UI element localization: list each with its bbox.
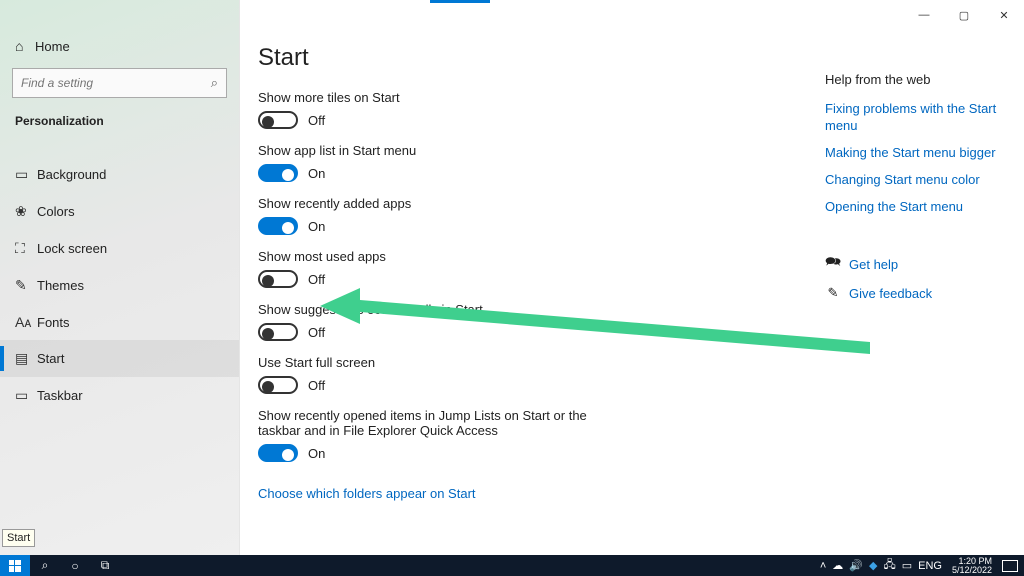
setting-jump-lists: Show recently opened items in Jump Lists… (258, 408, 814, 462)
setting-label: Show most used apps (258, 249, 618, 264)
start-button[interactable] (0, 555, 30, 576)
help-link[interactable]: Making the Start menu bigger (825, 145, 1010, 162)
tray-battery-icon[interactable]: ▭ (902, 559, 912, 572)
toggle-suggestions[interactable] (258, 323, 298, 341)
sidebar-item-label: Taskbar (37, 388, 83, 403)
sidebar-item-label: Background (37, 167, 106, 182)
toggle-state: On (308, 219, 325, 234)
main-content: Start Show more tiles on Start Off Show … (258, 30, 814, 555)
taskbar-search-button[interactable]: ⌕ (30, 555, 60, 576)
minimize-button[interactable]: — (904, 0, 944, 30)
setting-suggestions: Show suggestions occasionally in Start O… (258, 302, 814, 341)
toggle-state: Off (308, 378, 325, 393)
taskbar-taskview-button[interactable]: ⧉ (90, 555, 120, 576)
get-help-link[interactable]: 🗪 Get help (825, 253, 1010, 275)
toggle-jump-lists[interactable] (258, 444, 298, 462)
search-icon: ⌕ (211, 75, 218, 91)
sidebar: ⌂ Home ⌕ Personalization ▭ Background ❀ … (0, 0, 240, 555)
sidebar-item-taskbar[interactable]: ▭ Taskbar (0, 377, 239, 414)
sidebar-item-background[interactable]: ▭ Background (0, 156, 239, 193)
toggle-more-tiles[interactable] (258, 111, 298, 129)
sidebar-item-fonts[interactable]: Aᴀ Fonts (0, 304, 239, 340)
sidebar-item-lock-screen[interactable]: ⛶ Lock screen (0, 230, 239, 267)
setting-label: Use Start full screen (258, 355, 618, 370)
taskbar: ⌕ ○ ⧉ ˄ ☁ 🔊 ◆ 🖧 ▭ ENG 1:20 PM 5/12/2022 (0, 555, 1024, 576)
section-label: Personalization (0, 108, 239, 138)
themes-icon: ✎ (15, 277, 37, 294)
setting-label: Show recently added apps (258, 196, 618, 211)
sidebar-item-label: Lock screen (37, 241, 107, 256)
setting-more-tiles: Show more tiles on Start Off (258, 90, 814, 129)
setting-label: Show recently opened items in Jump Lists… (258, 408, 618, 438)
palette-icon: ❀ (15, 203, 37, 220)
toggle-state: Off (308, 272, 325, 287)
toggle-full-screen[interactable] (258, 376, 298, 394)
taskbar-icon: ▭ (15, 387, 37, 404)
give-feedback-label: Give feedback (849, 286, 932, 301)
help-icon: 🗪 (825, 253, 841, 275)
start-tooltip: Start (2, 529, 35, 547)
tray-onedrive-icon[interactable]: ☁ (832, 559, 843, 572)
close-button[interactable]: ✕ (984, 0, 1024, 30)
tray-clock[interactable]: 1:20 PM 5/12/2022 (948, 557, 996, 575)
maximize-button[interactable]: ▢ (944, 0, 984, 30)
setting-app-list: Show app list in Start menu On (258, 143, 814, 182)
tray-date: 5/12/2022 (952, 566, 992, 575)
toggle-state: On (308, 166, 325, 181)
sidebar-item-label: Colors (37, 204, 75, 219)
system-tray: ˄ ☁ 🔊 ◆ 🖧 ▭ ENG 1:20 PM 5/12/2022 (820, 555, 1024, 576)
toggle-state: Off (308, 113, 325, 128)
picture-icon: ▭ (15, 166, 37, 183)
toggle-recently-added[interactable] (258, 217, 298, 235)
toggle-state: Off (308, 325, 325, 340)
help-header: Help from the web (825, 72, 1010, 87)
tray-defender-icon[interactable]: ◆ (869, 559, 877, 572)
sidebar-item-themes[interactable]: ✎ Themes (0, 267, 239, 304)
help-link[interactable]: Fixing problems with the Start menu (825, 101, 1010, 135)
toggle-state: On (308, 446, 325, 461)
tray-action-center-icon[interactable] (1002, 560, 1018, 572)
setting-label: Show suggestions occasionally in Start (258, 302, 618, 317)
sidebar-item-label: Fonts (37, 315, 70, 330)
setting-label: Show more tiles on Start (258, 90, 618, 105)
setting-most-used: Show most used apps Off (258, 249, 814, 288)
tray-network-icon[interactable]: 🖧 (883, 556, 895, 575)
sidebar-item-colors[interactable]: ❀ Colors (0, 193, 239, 230)
give-feedback-link[interactable]: ✎ Give feedback (825, 285, 1010, 301)
sidebar-item-label: Start (37, 351, 64, 366)
setting-full-screen: Use Start full screen Off (258, 355, 814, 394)
taskbar-cortana-button[interactable]: ○ (60, 555, 90, 576)
sidebar-item-start[interactable]: ▤ Start (0, 340, 239, 377)
help-link[interactable]: Opening the Start menu (825, 199, 1010, 216)
choose-folders-link[interactable]: Choose which folders appear on Start (258, 486, 476, 501)
search-input[interactable] (21, 76, 211, 90)
feedback-icon: ✎ (825, 285, 841, 301)
home-button[interactable]: ⌂ Home (0, 30, 239, 62)
tray-chevron-icon[interactable]: ˄ (820, 560, 826, 572)
sidebar-item-label: Themes (37, 278, 84, 293)
search-box[interactable]: ⌕ (12, 68, 227, 98)
home-icon: ⌂ (15, 38, 35, 54)
lock-screen-icon: ⛶ (15, 240, 37, 257)
setting-recently-added: Show recently added apps On (258, 196, 814, 235)
home-label: Home (35, 39, 70, 54)
toggle-most-used[interactable] (258, 270, 298, 288)
fonts-icon: Aᴀ (15, 314, 37, 330)
start-icon: ▤ (15, 350, 37, 367)
help-link[interactable]: Changing Start menu color (825, 172, 1010, 189)
toggle-app-list[interactable] (258, 164, 298, 182)
tray-language[interactable]: ENG (918, 560, 942, 572)
nav-list: ▭ Background ❀ Colors ⛶ Lock screen ✎ Th… (0, 156, 239, 414)
tray-volume-icon[interactable]: 🔊 (849, 559, 863, 572)
page-title: Start (258, 44, 814, 72)
right-rail: Help from the web Fixing problems with t… (825, 72, 1010, 311)
setting-label: Show app list in Start menu (258, 143, 618, 158)
get-help-label: Get help (849, 257, 898, 272)
